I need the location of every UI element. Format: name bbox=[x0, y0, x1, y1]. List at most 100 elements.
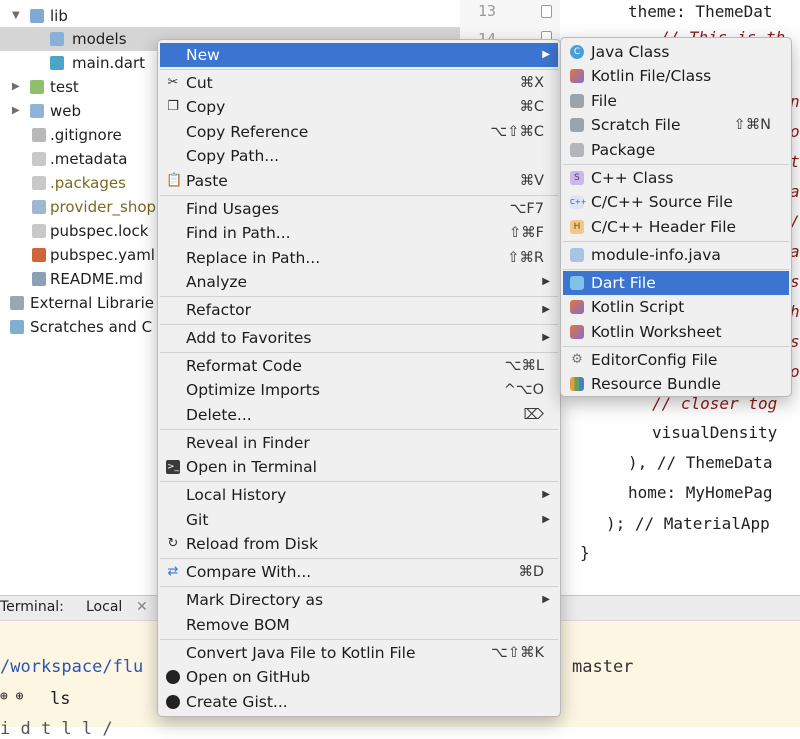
markdown-icon bbox=[32, 272, 46, 286]
fold-marker-icon[interactable] bbox=[541, 5, 552, 18]
prompt-icon: ⊕ ⊕ bbox=[0, 689, 24, 704]
code-line: } bbox=[580, 543, 590, 562]
submenu-item-scratch-file[interactable]: Scratch File ⇧⌘N bbox=[563, 113, 789, 137]
menu-separator bbox=[160, 481, 558, 482]
submenu-item-cpp-source[interactable]: C++ C/C++ Source File bbox=[563, 190, 789, 214]
submenu-arrow-icon: ▶ bbox=[542, 514, 550, 525]
menu-item-open-on-github[interactable]: Open on GitHub bbox=[160, 665, 558, 689]
file-icon bbox=[570, 94, 584, 108]
module-info-icon bbox=[570, 248, 584, 262]
menu-item-copy[interactable]: ❐ Copy ⌘C bbox=[160, 95, 558, 119]
menu-item-find-in-path[interactable]: Find in Path... ⇧⌘F bbox=[160, 221, 558, 245]
line-number: 13 bbox=[478, 2, 497, 20]
file-icon bbox=[32, 152, 46, 166]
submenu-item-editorconfig[interactable]: ⚙ EditorConfig File bbox=[563, 348, 789, 372]
submenu-item-kotlin-script[interactable]: Kotlin Script bbox=[563, 295, 789, 319]
menu-item-reload-from-disk[interactable]: ↻ Reload from Disk bbox=[160, 532, 558, 556]
menu-item-refactor[interactable]: Refactor ▶ bbox=[160, 298, 558, 322]
submenu-item-module-info[interactable]: module-info.java bbox=[563, 243, 789, 267]
new-submenu: C Java Class Kotlin File/Class File Scra… bbox=[560, 37, 792, 397]
terminal-output: i d t l l / bbox=[0, 719, 113, 739]
menu-separator bbox=[160, 69, 558, 70]
menu-item-compare-with[interactable]: ⇄ Compare With... ⌘D bbox=[160, 560, 558, 584]
test-folder-icon bbox=[30, 80, 44, 94]
folder-icon bbox=[50, 32, 64, 46]
menu-separator bbox=[160, 296, 558, 297]
scratch-file-icon bbox=[570, 118, 584, 132]
file-icon bbox=[32, 224, 46, 238]
menu-separator bbox=[160, 639, 558, 640]
dart-file-icon bbox=[50, 56, 64, 70]
file-icon bbox=[32, 176, 46, 190]
github-icon bbox=[166, 695, 180, 709]
terminal-command: ls bbox=[50, 689, 71, 709]
menu-item-new[interactable]: New ▶ bbox=[160, 43, 558, 67]
menu-item-open-in-terminal[interactable]: >_ Open in Terminal bbox=[160, 455, 558, 479]
menu-item-add-to-favorites[interactable]: Add to Favorites ▶ bbox=[160, 326, 558, 350]
menu-item-analyze[interactable]: Analyze ▶ bbox=[160, 270, 558, 294]
scratches-icon bbox=[10, 320, 24, 334]
cpp-header-icon: H bbox=[570, 220, 584, 234]
menu-item-remove-bom[interactable]: Remove BOM bbox=[160, 613, 558, 637]
submenu-item-package[interactable]: Package bbox=[563, 138, 789, 162]
menu-item-copy-reference[interactable]: Copy Reference ⌥⇧⌘C bbox=[160, 120, 558, 144]
dart-file-icon bbox=[570, 276, 584, 290]
menu-item-reveal-in-finder[interactable]: Reveal in Finder bbox=[160, 431, 558, 455]
menu-item-create-gist[interactable]: Create Gist... bbox=[160, 690, 558, 714]
menu-item-paste[interactable]: 📋 Paste ⌘V bbox=[160, 169, 558, 193]
chevron-right-icon[interactable]: ▶ bbox=[12, 75, 20, 99]
web-folder-icon bbox=[30, 104, 44, 118]
folder-icon bbox=[30, 9, 44, 23]
menu-separator bbox=[563, 241, 789, 242]
menu-item-git[interactable]: Git ▶ bbox=[160, 508, 558, 532]
reload-icon: ↻ bbox=[167, 536, 179, 551]
menu-separator bbox=[160, 324, 558, 325]
kotlin-worksheet-icon bbox=[570, 325, 584, 339]
code-line: ), // ThemeData bbox=[628, 453, 773, 472]
chevron-right-icon[interactable]: ▶ bbox=[12, 99, 20, 123]
clipboard-icon: 📋 bbox=[166, 173, 183, 188]
cpp-source-icon: C++ bbox=[570, 195, 587, 209]
copy-icon: ❐ bbox=[167, 99, 179, 114]
cpp-class-icon: S bbox=[570, 171, 584, 185]
module-icon bbox=[32, 200, 46, 214]
menu-separator bbox=[563, 346, 789, 347]
menu-separator bbox=[160, 195, 558, 196]
resource-bundle-icon bbox=[570, 377, 584, 391]
menu-item-optimize-imports[interactable]: Optimize Imports ^⌥O bbox=[160, 378, 558, 402]
submenu-item-dart-file[interactable]: Dart File bbox=[563, 271, 789, 295]
submenu-item-file[interactable]: File bbox=[563, 89, 789, 113]
menu-separator bbox=[160, 586, 558, 587]
menu-item-convert-java-to-kotlin[interactable]: Convert Java File to Kotlin File ⌥⇧⌘K bbox=[160, 641, 558, 665]
submenu-arrow-icon: ▶ bbox=[542, 594, 550, 605]
submenu-item-java-class[interactable]: C Java Class bbox=[563, 40, 789, 64]
submenu-item-kotlin-worksheet[interactable]: Kotlin Worksheet bbox=[563, 320, 789, 344]
menu-separator bbox=[160, 429, 558, 430]
terminal-session-tab[interactable]: Local bbox=[86, 599, 122, 615]
submenu-item-kotlin-file[interactable]: Kotlin File/Class bbox=[563, 64, 789, 88]
submenu-arrow-icon: ▶ bbox=[542, 332, 550, 343]
menu-item-cut[interactable]: ✂ Cut ⌘X bbox=[160, 71, 558, 95]
gear-icon: ⚙ bbox=[571, 352, 583, 367]
terminal-path: /workspace/flu bbox=[0, 657, 144, 677]
menu-item-mark-directory-as[interactable]: Mark Directory as ▶ bbox=[160, 588, 558, 612]
menu-separator bbox=[160, 352, 558, 353]
menu-item-copy-path[interactable]: Copy Path... bbox=[160, 144, 558, 168]
menu-item-replace-in-path[interactable]: Replace in Path... ⇧⌘R bbox=[160, 246, 558, 270]
github-icon bbox=[166, 670, 180, 684]
gitignore-icon bbox=[32, 128, 46, 142]
menu-item-local-history[interactable]: Local History ▶ bbox=[160, 483, 558, 507]
menu-item-delete[interactable]: Delete... ⌦ bbox=[160, 403, 558, 427]
code-line: theme: ThemeDat bbox=[628, 2, 773, 21]
chevron-down-icon[interactable]: ▼ bbox=[12, 4, 20, 28]
menu-separator bbox=[563, 164, 789, 165]
submenu-item-resource-bundle[interactable]: Resource Bundle bbox=[563, 372, 789, 396]
submenu-item-cpp-class[interactable]: S C++ Class bbox=[563, 166, 789, 190]
close-icon[interactable]: ✕ bbox=[136, 599, 148, 615]
submenu-arrow-icon: ▶ bbox=[542, 49, 550, 60]
submenu-item-cpp-header[interactable]: H C/C++ Header File bbox=[563, 215, 789, 239]
code-line: visualDensity bbox=[652, 423, 778, 442]
code-line: home: MyHomePag bbox=[628, 483, 773, 502]
menu-item-find-usages[interactable]: Find Usages ⌥F7 bbox=[160, 197, 558, 221]
menu-item-reformat-code[interactable]: Reformat Code ⌥⌘L bbox=[160, 354, 558, 378]
